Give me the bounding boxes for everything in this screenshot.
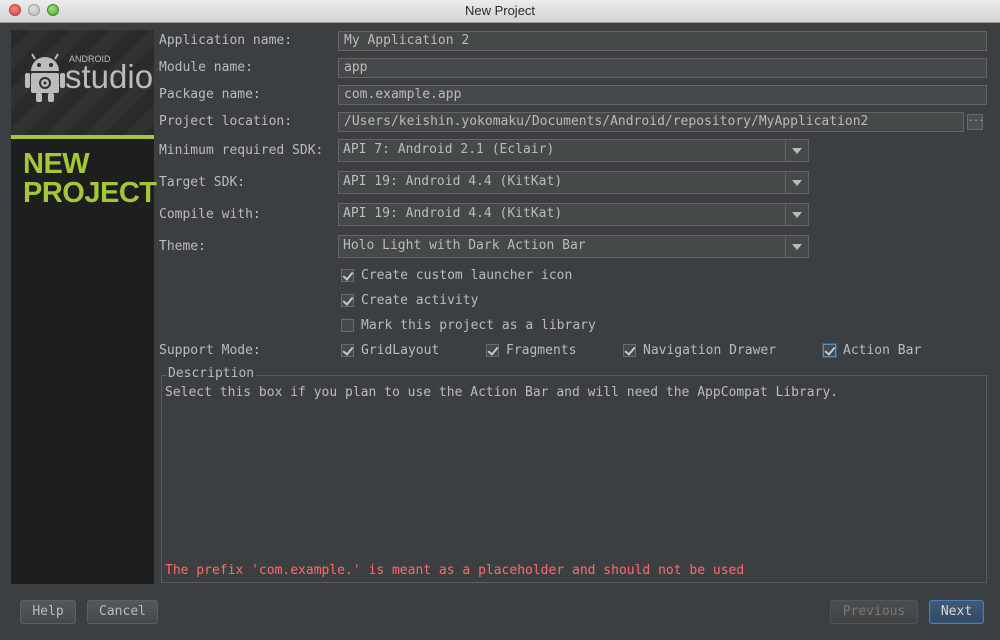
android-robot-icon — [25, 53, 65, 102]
theme-value: Holo Light with Dark Action Bar — [343, 238, 586, 253]
next-button[interactable]: Next — [929, 600, 984, 624]
accent-divider — [11, 135, 154, 139]
checkbox-checked-icon[interactable] — [341, 269, 354, 282]
support-mode-label: Support Mode: — [159, 343, 261, 358]
checkbox-checked-icon[interactable] — [341, 344, 354, 357]
help-button[interactable]: Help — [20, 600, 76, 624]
chevron-down-icon[interactable] — [785, 236, 808, 257]
checkbox-checked-icon[interactable] — [341, 294, 354, 307]
previous-button[interactable]: Previous — [830, 600, 918, 624]
banner-heading-line2: PROJECT — [23, 177, 157, 209]
description-legend: Description — [166, 366, 257, 381]
library-label: Mark this project as a library — [361, 318, 596, 333]
package-warning: The prefix 'com.example.' is meant as a … — [165, 563, 745, 578]
target-sdk-value: API 19: Android 4.4 (KitKat) — [343, 174, 563, 189]
package-name-input[interactable]: com.example.app — [338, 85, 987, 105]
module-name-input[interactable]: app — [338, 58, 987, 78]
checkbox-unchecked-icon[interactable] — [341, 319, 354, 332]
min-sdk-select[interactable]: API 7: Android 2.1 (Eclair) — [338, 139, 809, 162]
min-sdk-value: API 7: Android 2.1 (Eclair) — [343, 142, 555, 157]
compile-with-value: API 19: Android 4.4 (KitKat) — [343, 206, 563, 221]
action-bar-label: Action Bar — [843, 343, 922, 358]
checkbox-checked-icon[interactable] — [623, 344, 636, 357]
min-sdk-label: Minimum required SDK: — [159, 143, 324, 158]
compile-with-label: Compile with: — [159, 207, 261, 222]
module-name-label: Module name: — [159, 60, 253, 75]
chevron-down-icon[interactable] — [785, 140, 808, 161]
checkbox-checked-icon[interactable] — [486, 344, 499, 357]
new-project-dialog: New Project ANDROID studio NEW PROJECT A… — [0, 0, 1000, 640]
package-name-label: Package name: — [159, 87, 261, 102]
project-location-label: Project location: — [159, 114, 293, 129]
banner-heading: NEW PROJECT — [23, 148, 157, 209]
target-sdk-select[interactable]: API 19: Android 4.4 (KitKat) — [338, 171, 809, 194]
banner-heading-line1: NEW — [23, 148, 90, 180]
title-bar: New Project — [0, 0, 1000, 23]
description-text: Select this box if you plan to use the A… — [165, 385, 839, 400]
chevron-down-icon[interactable] — [785, 204, 808, 225]
chevron-down-icon[interactable] — [785, 172, 808, 193]
project-location-input[interactable]: /Users/keishin.yokomaku/Documents/Androi… — [338, 112, 964, 132]
window-title: New Project — [464, 3, 536, 18]
theme-label: Theme: — [159, 239, 206, 254]
launcher-icon-label: Create custom launcher icon — [361, 268, 573, 283]
checkbox-checked-icon[interactable] — [823, 344, 836, 357]
target-sdk-label: Target SDK: — [159, 175, 246, 190]
browse-location-button[interactable]: ... — [967, 114, 984, 130]
create-activity-label: Create activity — [361, 293, 479, 308]
studio-label: studio — [65, 58, 154, 95]
description-panel — [161, 375, 987, 583]
studio-logo-area: ANDROID studio — [11, 30, 154, 135]
theme-select[interactable]: Holo Light with Dark Action Bar — [338, 235, 809, 258]
compile-with-select[interactable]: API 19: Android 4.4 (KitKat) — [338, 203, 809, 226]
left-banner: ANDROID studio NEW PROJECT — [11, 30, 157, 584]
gridlayout-label: GridLayout — [361, 343, 440, 358]
android-studio-logo: ANDROID studio — [25, 50, 153, 110]
navigation-drawer-label: Navigation Drawer — [643, 343, 777, 358]
application-name-input[interactable]: My Application 2 — [338, 31, 987, 51]
fragments-label: Fragments — [506, 343, 577, 358]
cancel-button[interactable]: Cancel — [87, 600, 158, 624]
application-name-label: Application name: — [159, 33, 293, 48]
